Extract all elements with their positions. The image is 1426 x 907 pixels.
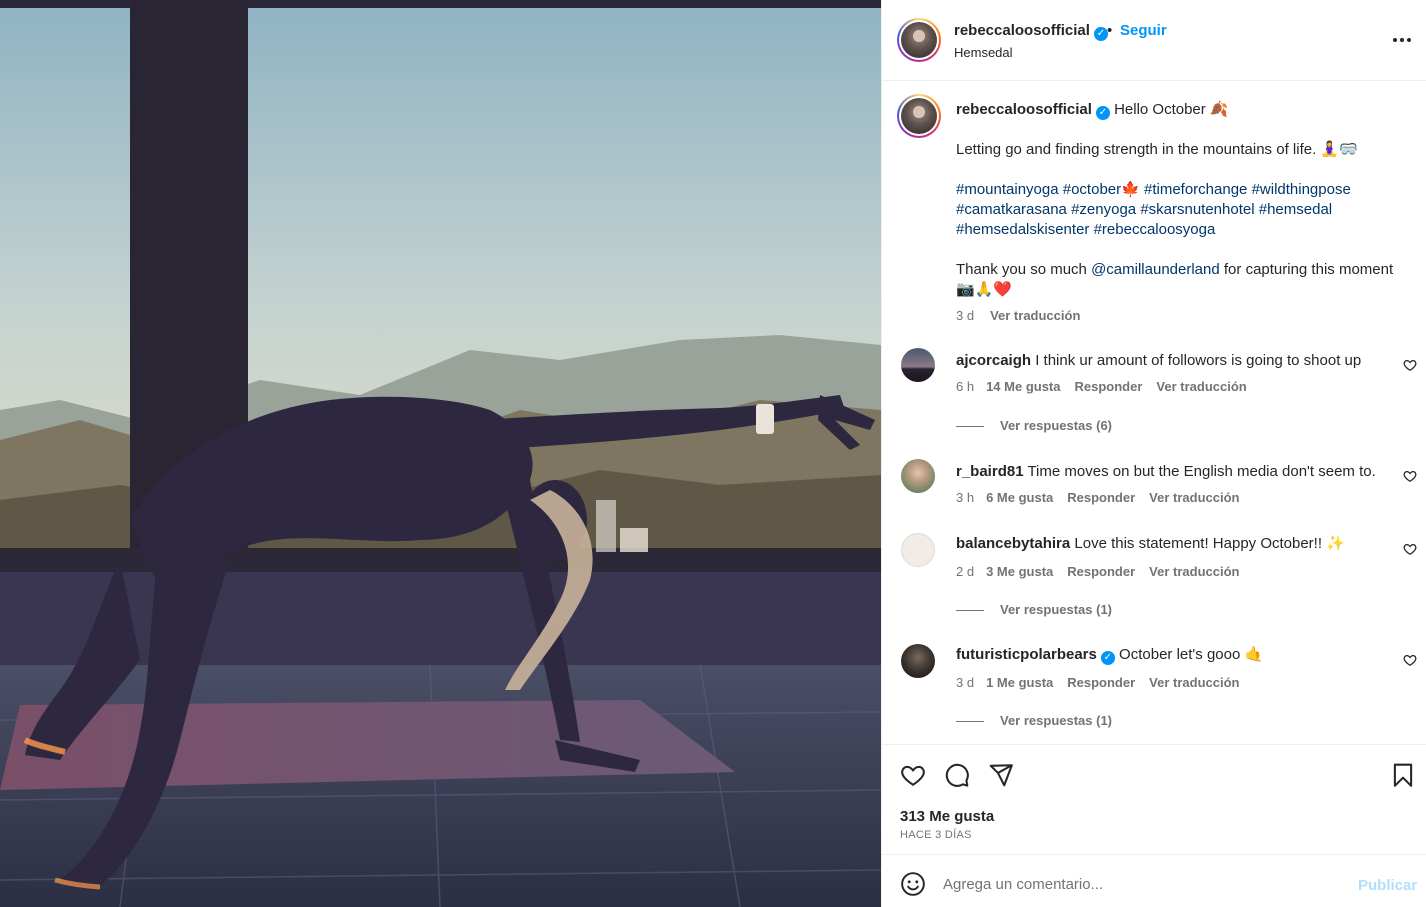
follow-button[interactable]: Seguir bbox=[1120, 22, 1167, 39]
comment-username[interactable]: balancebytahira bbox=[956, 535, 1070, 552]
hashtag-link[interactable]: #camatkarasana bbox=[956, 201, 1067, 218]
see-translation-link[interactable]: Ver traducción bbox=[1149, 675, 1239, 690]
comment-text: r_baird81 Time moves on but the English … bbox=[956, 462, 1396, 482]
caption-username[interactable]: rebeccaloosofficial bbox=[956, 101, 1092, 118]
view-replies-button[interactable]: Ver respuestas (1) bbox=[956, 602, 1112, 617]
comment-heart-icon[interactable] bbox=[1403, 469, 1417, 483]
post-date[interactable]: HACE 3 DÍAS bbox=[900, 829, 972, 841]
see-translation-link[interactable]: Ver traducción bbox=[1149, 564, 1239, 579]
reply-button[interactable]: Responder bbox=[1067, 564, 1135, 579]
caption-thanks-prefix: Thank you so much bbox=[956, 261, 1087, 278]
replies-divider bbox=[956, 610, 984, 612]
hashtag-link[interactable]: #zenyoga bbox=[1071, 201, 1136, 218]
comment-meta: 6 h 14 Me gusta Responder Ver traducción bbox=[956, 379, 1261, 394]
comment-heart-icon[interactable] bbox=[1403, 542, 1417, 556]
reply-button[interactable]: Responder bbox=[1067, 675, 1135, 690]
header-separator: • bbox=[1107, 22, 1113, 39]
comment-likes[interactable]: 6 Me gusta bbox=[986, 490, 1053, 505]
verified-badge-icon: ✓ bbox=[1095, 106, 1110, 120]
comment-avatar[interactable] bbox=[901, 533, 935, 567]
comment-time[interactable]: 2 d bbox=[956, 564, 974, 579]
comment-likes[interactable]: 14 Me gusta bbox=[986, 379, 1060, 394]
comment-text: ajcorcaigh I think ur amount of followor… bbox=[956, 351, 1396, 371]
yoga-photo-illustration bbox=[0, 0, 881, 907]
post-location[interactable]: Hemsedal bbox=[954, 45, 1013, 60]
comment-avatar[interactable] bbox=[901, 459, 935, 493]
reply-button[interactable]: Responder bbox=[1075, 379, 1143, 394]
comment-username[interactable]: ajcorcaigh bbox=[956, 352, 1031, 369]
hashtag-link[interactable]: #mountainyoga bbox=[956, 181, 1059, 198]
view-replies-label[interactable]: Ver respuestas (1) bbox=[1000, 713, 1112, 728]
comment-time[interactable]: 3 h bbox=[956, 490, 974, 505]
comment-text: balancebytahira Love this statement! Hap… bbox=[956, 534, 1396, 554]
see-translation-link[interactable]: Ver traducción bbox=[1156, 379, 1246, 394]
hashtag-link[interactable]: #hemsedalskisenter bbox=[956, 221, 1089, 238]
smiley-icon[interactable] bbox=[900, 871, 926, 897]
comment-heart-icon[interactable] bbox=[1403, 358, 1417, 372]
comment-time[interactable]: 3 d bbox=[956, 675, 974, 690]
bookmark-icon[interactable] bbox=[1390, 762, 1416, 788]
comment-meta: 3 d 1 Me gusta Responder Ver traducción bbox=[956, 675, 1253, 690]
send-icon[interactable] bbox=[988, 762, 1014, 788]
comment-body: Love this statement! Happy October!! ✨ bbox=[1074, 535, 1345, 552]
comment-body: Time moves on but the English media don'… bbox=[1027, 463, 1376, 480]
caption-line-1: Hello October 🍂 bbox=[1114, 101, 1229, 118]
post-caption: rebeccaloosofficial ✓ Hello October 🍂 Let… bbox=[956, 100, 1396, 326]
see-translation-link[interactable]: Ver traducción bbox=[990, 308, 1080, 323]
likes-count[interactable]: 313 Me gusta bbox=[900, 808, 994, 825]
caption-line-2: Letting go and finding strength in the m… bbox=[956, 141, 1358, 158]
comment-time[interactable]: 6 h bbox=[956, 379, 974, 394]
comment-likes[interactable]: 3 Me gusta bbox=[986, 564, 1053, 579]
hashtag-link[interactable]: #skarsnutenhotel bbox=[1140, 201, 1254, 218]
caption-hashtags: #mountainyoga #october🍁 #timeforchange #… bbox=[956, 180, 1396, 240]
comment-body: October let's gooo 🤙 bbox=[1119, 646, 1264, 663]
author-avatar[interactable] bbox=[897, 18, 941, 62]
view-replies-button[interactable]: Ver respuestas (1) bbox=[956, 713, 1112, 728]
view-replies-label[interactable]: Ver respuestas (1) bbox=[1000, 602, 1112, 617]
post-actions: 313 Me gusta HACE 3 DÍAS bbox=[882, 744, 1426, 854]
comment-username[interactable]: futuristicpolarbears bbox=[956, 646, 1097, 663]
comment-text: futuristicpolarbears ✓ October let's gooo… bbox=[956, 645, 1396, 665]
see-translation-link[interactable]: Ver traducción bbox=[1149, 490, 1239, 505]
verified-badge-icon: ✓ bbox=[1093, 27, 1108, 41]
comments-scroll-area[interactable]: rebeccaloosofficial ✓ Hello October 🍂 Let… bbox=[882, 82, 1426, 744]
hashtag-link[interactable]: #rebeccaloosyoga bbox=[1094, 221, 1216, 238]
replies-divider bbox=[956, 426, 984, 428]
hashtag-link[interactable]: #hemsedal bbox=[1259, 201, 1332, 218]
post-photo[interactable] bbox=[0, 0, 881, 907]
view-replies-label[interactable]: Ver respuestas (6) bbox=[1000, 418, 1112, 433]
hashtag-link[interactable]: #timeforchange bbox=[1144, 181, 1247, 198]
view-replies-button[interactable]: Ver respuestas (6) bbox=[956, 418, 1112, 433]
caption-thanks: Thank you so much @camillaunderland for … bbox=[956, 260, 1396, 300]
more-horizontal-icon[interactable] bbox=[1390, 28, 1414, 52]
caption-author-avatar[interactable] bbox=[897, 94, 941, 138]
add-comment-bar: Publicar bbox=[882, 854, 1426, 907]
post-header: rebeccaloosofficial ✓ • Seguir Hemsedal bbox=[882, 0, 1426, 81]
comment-meta: 2 d 3 Me gusta Responder Ver traducción bbox=[956, 564, 1253, 579]
verified-badge-icon: ✓ bbox=[1100, 651, 1115, 665]
comment-meta: 3 h 6 Me gusta Responder Ver traducción bbox=[956, 490, 1253, 505]
replies-divider bbox=[956, 721, 984, 723]
comment-icon[interactable] bbox=[944, 762, 970, 788]
comment-username[interactable]: r_baird81 bbox=[956, 463, 1024, 480]
comment-input[interactable] bbox=[943, 869, 1343, 899]
author-username[interactable]: rebeccaloosofficial ✓ bbox=[954, 22, 1108, 41]
caption-meta: 3 d Ver traducción bbox=[956, 306, 1396, 326]
comment-body: I think ur amount of followors is going … bbox=[1035, 352, 1362, 369]
comment-likes[interactable]: 1 Me gusta bbox=[986, 675, 1053, 690]
comment-heart-icon[interactable] bbox=[1403, 653, 1417, 667]
caption-time[interactable]: 3 d bbox=[956, 308, 974, 323]
mention-link[interactable]: @camillaunderland bbox=[1091, 261, 1220, 278]
publish-button[interactable]: Publicar bbox=[1358, 877, 1417, 894]
reply-button[interactable]: Responder bbox=[1067, 490, 1135, 505]
heart-icon[interactable] bbox=[900, 762, 926, 788]
comment-avatar[interactable] bbox=[901, 348, 935, 382]
comment-avatar[interactable] bbox=[901, 644, 935, 678]
hashtag-link[interactable]: #wildthingpose bbox=[1252, 181, 1351, 198]
hashtag-link[interactable]: #october🍁 bbox=[1063, 181, 1140, 198]
post-panel: rebeccaloosofficial ✓ • Seguir Hemsedal r… bbox=[881, 0, 1426, 907]
author-username-text[interactable]: rebeccaloosofficial bbox=[954, 22, 1090, 39]
